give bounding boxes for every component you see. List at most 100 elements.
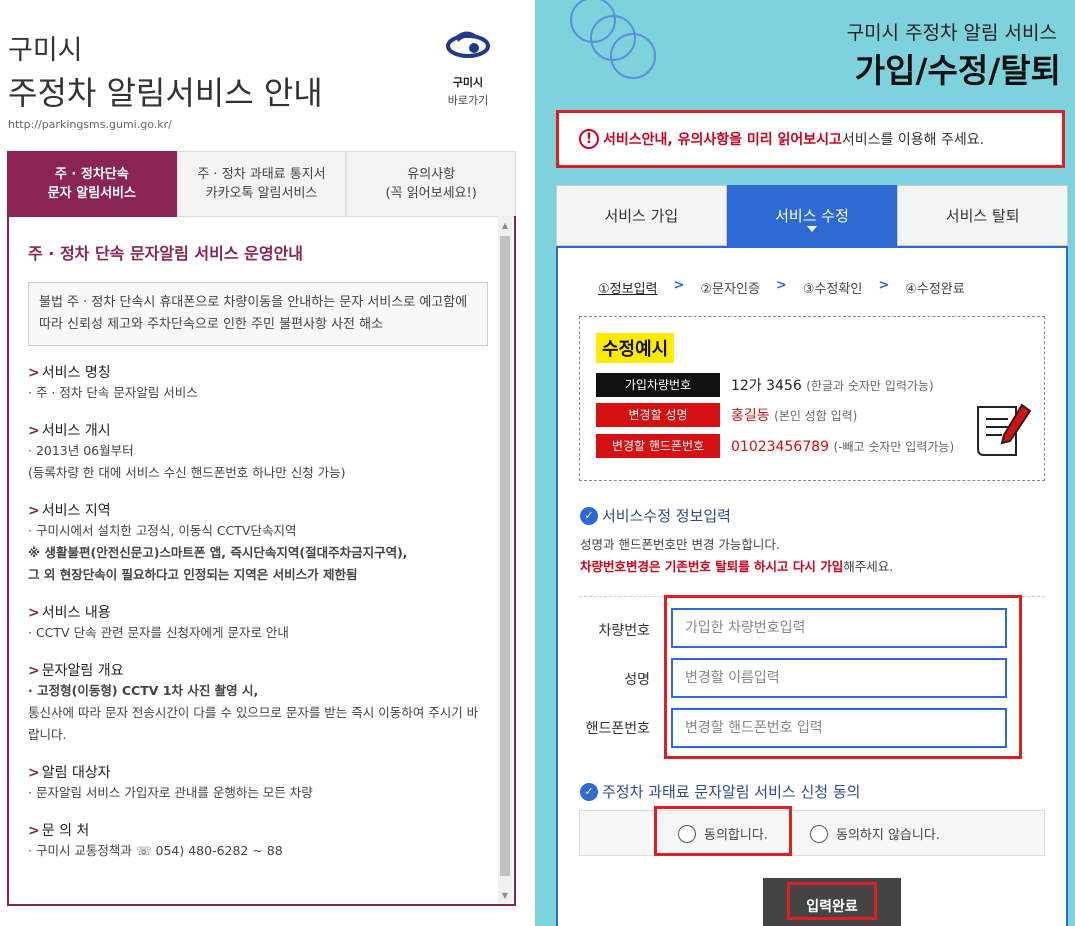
form-title: 가입/수정/탈퇴: [854, 51, 1061, 90]
cctv-note: · 고정형(이동형) CCTV 1차 사진 촬영 시,: [28, 683, 259, 698]
example-value: 12가 3456 (한글과 숫자만 입력가능): [731, 375, 934, 395]
tab-join[interactable]: 서비스 가입: [556, 185, 727, 246]
chevron-right-icon: >: [28, 503, 40, 519]
section-body: · 구미시 교통정책과 ☏ 054) 480-6282 ~ 88: [28, 843, 283, 858]
intro-box: 불법 주 · 정차 단속시 휴대폰으로 차량이동을 안내하는 문자 서비스로 예…: [28, 282, 488, 346]
modify-description: 성명과 핸드폰번호만 변경 가능합니다. 차량번호변경은 기존번호 탈퇴를 하시…: [580, 534, 893, 578]
logo-name: 구미시: [452, 76, 484, 89]
modify-form: ①정보입력 > ②문자인증 > ③수정확인 > ④수정완료 수정예시 가입차량번…: [556, 246, 1068, 926]
tab-sms-service[interactable]: 주 · 정차단속 문자 알림서비스: [7, 151, 177, 217]
chevron-right-icon: >: [28, 823, 40, 839]
tab-line: 유의사항: [407, 167, 456, 182]
section-body: · 구미시에서 설치한 고정식, 이동식 CCTV단속지역: [28, 523, 297, 538]
value-text: 01023456789: [731, 438, 829, 455]
section-title: 주정차 과태료 문자알림 서비스 신청 동의: [602, 783, 861, 801]
gumi-shortcut[interactable]: 구미시 바로가기: [436, 28, 500, 108]
example-value: 홍길동 (본인 성함 입력): [731, 405, 857, 425]
section-body: 통신사에 따라 문자 전송시간이 다를 수 있으므로 문자를 받는 즉시 이동하…: [28, 705, 479, 742]
tab-line: 카카오톡 알림서비스: [205, 186, 318, 201]
tab-modify[interactable]: 서비스 수정: [726, 185, 898, 246]
example-label: 가입차량번호: [596, 373, 720, 397]
example-box: 수정예시 가입차량번호 12가 3456 (한글과 숫자만 입력가능) 변경할 …: [579, 316, 1045, 481]
radio-label: 동의하지 않습니다.: [836, 828, 940, 843]
form-pane: 구미시 주정차 알림 서비스 가입/수정/탈퇴 ! 서비스안내, 유의사항을 미…: [535, 0, 1075, 926]
section-heading-consent: ✓ 주정차 과태료 문자알림 서비스 신청 동의: [580, 781, 860, 802]
section-heading: 서비스 개시: [41, 423, 111, 439]
example-label: 변경할 성명: [596, 403, 720, 427]
value-text: 12가 3456: [731, 378, 802, 394]
guide-content: 주 · 정차 단속 문자알림 서비스 운영안내 불법 주 · 정차 단속시 휴대…: [28, 240, 488, 862]
chevron-right-icon: >: [28, 663, 40, 679]
guide-pane: 구미시 주정차 알림서비스 안내 http://parkingsms.gumi.…: [0, 0, 535, 926]
tab-withdraw[interactable]: 서비스 탈퇴: [897, 185, 1069, 246]
scroll-up-icon[interactable]: ▲: [500, 220, 510, 232]
panel-title: 주 · 정차 단속 문자알림 서비스 운영안내: [28, 244, 304, 263]
name-label: 성명: [624, 672, 650, 688]
page-title: 주정차 알림서비스 안내: [8, 74, 323, 112]
step-2: ②문자인증: [700, 282, 760, 297]
chevron-right-icon: >: [775, 278, 787, 293]
notice-text: 서비스를 이용해 주세요.: [841, 132, 985, 148]
decorative-circles: [570, 0, 656, 79]
check-circle-icon: ✓: [580, 506, 598, 525]
section-target: > 알림 대상자 · 문자알림 서비스 가입자로 관내를 운행하는 모든 차량: [28, 762, 488, 804]
restriction-note: 그 외 현장단속이 필요하다고 인정되는 지역은 서비스가 제한됨: [28, 567, 358, 582]
notice-emphasis: 서비스안내, 유의사항을 미리 읽어보시고: [603, 132, 842, 148]
guide-tabs: 주 · 정차단속 문자 알림서비스 주 · 정차 과태료 통지서 카카오톡 알림…: [7, 151, 517, 217]
guide-panel: 주 · 정차 단속 문자알림 서비스 운영안내 불법 주 · 정차 단속시 휴대…: [7, 216, 516, 906]
caret-down-icon: [807, 226, 817, 232]
chevron-right-icon: >: [673, 278, 685, 293]
tab-line: 문자 알림서비스: [47, 186, 136, 201]
chevron-right-icon: >: [878, 278, 890, 293]
value-hint: (한글과 숫자만 입력가능): [806, 379, 934, 393]
value-text: 홍길동: [731, 408, 770, 424]
chevron-right-icon: >: [28, 765, 40, 781]
notice-banner: ! 서비스안내, 유의사항을 미리 읽어보시고 서비스를 이용해 주세요.: [556, 110, 1065, 168]
restriction-note: ※ 생활불편(안전신문고)스마트폰 앱, 즉시단속지역(절대주차금지구역),: [28, 545, 408, 560]
section-overview: > 문자알림 개요 · 고정형(이동형) CCTV 1차 사진 촬영 시, 통신사…: [28, 660, 488, 746]
logo-shortcut: 바로가기: [447, 94, 489, 107]
section-body: (등록차량 한 대에 서비스 수신 핸드폰번호 하나만 신청 가능): [28, 465, 346, 480]
value-hint: (본인 성함 입력): [774, 409, 858, 423]
step-4: ④수정완료: [905, 282, 965, 297]
tab-notes[interactable]: 유의사항 (꼭 읽어보세요!): [346, 151, 517, 217]
chevron-right-icon: >: [28, 423, 40, 439]
chevron-right-icon: >: [28, 365, 40, 381]
site-url[interactable]: http://parkingsms.gumi.go.kr/: [8, 118, 172, 131]
section-body: · 문자알림 서비스 가입자로 관내를 운행하는 모든 차량: [28, 785, 313, 800]
input-highlight: [664, 595, 1022, 759]
submit-highlight: [787, 882, 877, 920]
desc-warning: 차량번호변경은 기존번호 탈퇴를 하시고 다시 가입: [580, 559, 844, 574]
agree-highlight: [654, 806, 792, 856]
section-heading-modify: ✓ 서비스수정 정보입력: [580, 505, 731, 526]
scroll-down-icon[interactable]: ▼: [500, 890, 510, 902]
tab-label: 서비스 수정: [775, 207, 849, 225]
section-heading: 서비스 지역: [41, 503, 111, 519]
consent-box: 동의합니다. 동의하지 않습니다.: [579, 810, 1045, 856]
disagree-radio[interactable]: 동의하지 않습니다.: [810, 824, 940, 843]
value-hint: (-빼고 숫자만 입력가능): [833, 439, 955, 454]
section-body: · CCTV 단속 관련 문자를 신청자에게 문자로 안내: [28, 625, 289, 640]
document-pen-icon: [977, 403, 1032, 456]
desc-line: 해주세요.: [843, 559, 894, 574]
scrollbar[interactable]: ▲ ▼: [498, 216, 512, 904]
section-name: > 서비스 명칭 · 주 · 정차 단속 문자알림 서비스: [28, 362, 488, 404]
section-body: · 2013년 06월부터: [28, 443, 134, 458]
check-circle-icon: ✓: [580, 782, 598, 801]
desc-line: 성명과 핸드폰번호만 변경 가능합니다.: [580, 537, 780, 552]
step-3: ③수정확인: [802, 282, 863, 297]
radio-icon[interactable]: [810, 824, 828, 843]
section-area: > 서비스 지역 · 구미시에서 설치한 고정식, 이동식 CCTV단속지역 ※ …: [28, 500, 488, 586]
gumi-logo-icon: [446, 31, 490, 58]
section-start: > 서비스 개시 · 2013년 06월부터 (등록차량 한 대에 서비스 수신 …: [28, 420, 488, 484]
scroll-thumb[interactable]: [500, 236, 510, 876]
section-heading: 알림 대상자: [41, 765, 111, 781]
example-row: 변경할 성명 홍길동 (본인 성함 입력): [596, 403, 857, 427]
step-1: ①정보입력: [598, 282, 658, 297]
city-title: 구미시: [8, 35, 83, 66]
phone-label: 핸드폰번호: [585, 721, 650, 737]
example-row: 가입차량번호 12가 3456 (한글과 숫자만 입력가능): [596, 373, 934, 397]
tab-kakao-service[interactable]: 주 · 정차 과태료 통지서 카카오톡 알림서비스: [176, 151, 347, 217]
section-heading: 문자알림 개요: [41, 663, 124, 679]
section-heading: 서비스 내용: [41, 605, 111, 621]
